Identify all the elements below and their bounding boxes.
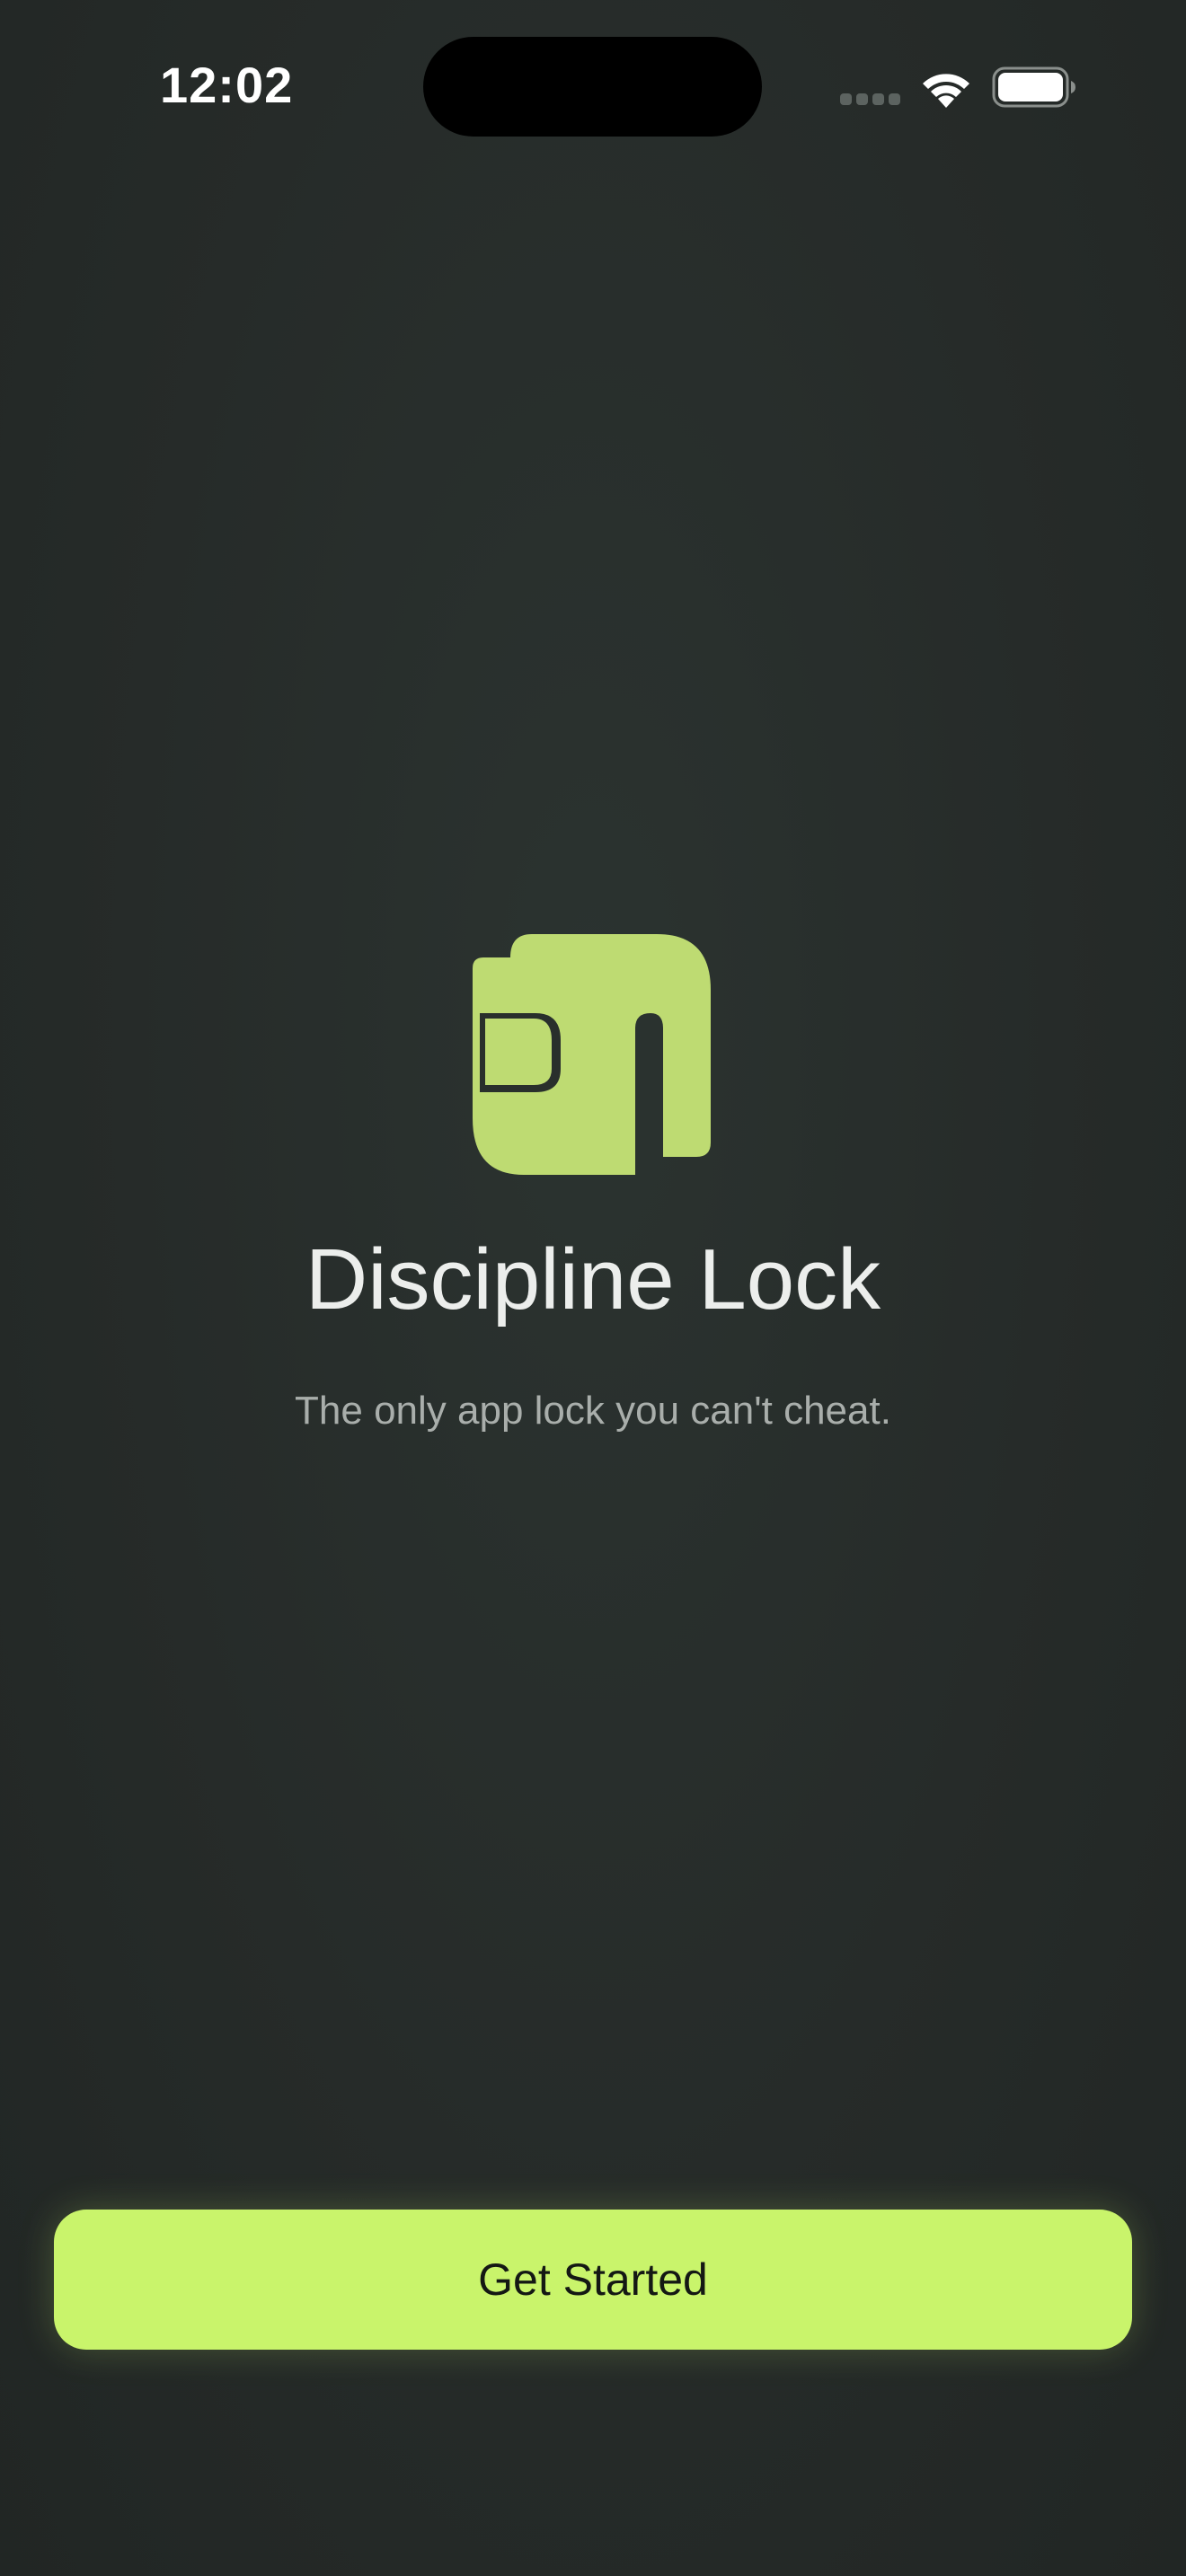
app-tagline: The only app lock you can't cheat. xyxy=(295,1389,891,1433)
get-started-button[interactable]: Get Started xyxy=(54,2210,1132,2350)
get-started-label: Get Started xyxy=(478,2254,708,2305)
app-title: Discipline Lock xyxy=(305,1231,881,1328)
status-bar: 12:02 xyxy=(0,0,1186,180)
battery-icon xyxy=(992,66,1075,108)
discipline-lock-logo-icon xyxy=(473,934,711,1175)
dynamic-island xyxy=(423,37,762,137)
cellular-signal-icon xyxy=(840,93,901,106)
status-time: 12:02 xyxy=(160,57,294,113)
wifi-icon xyxy=(923,74,969,108)
